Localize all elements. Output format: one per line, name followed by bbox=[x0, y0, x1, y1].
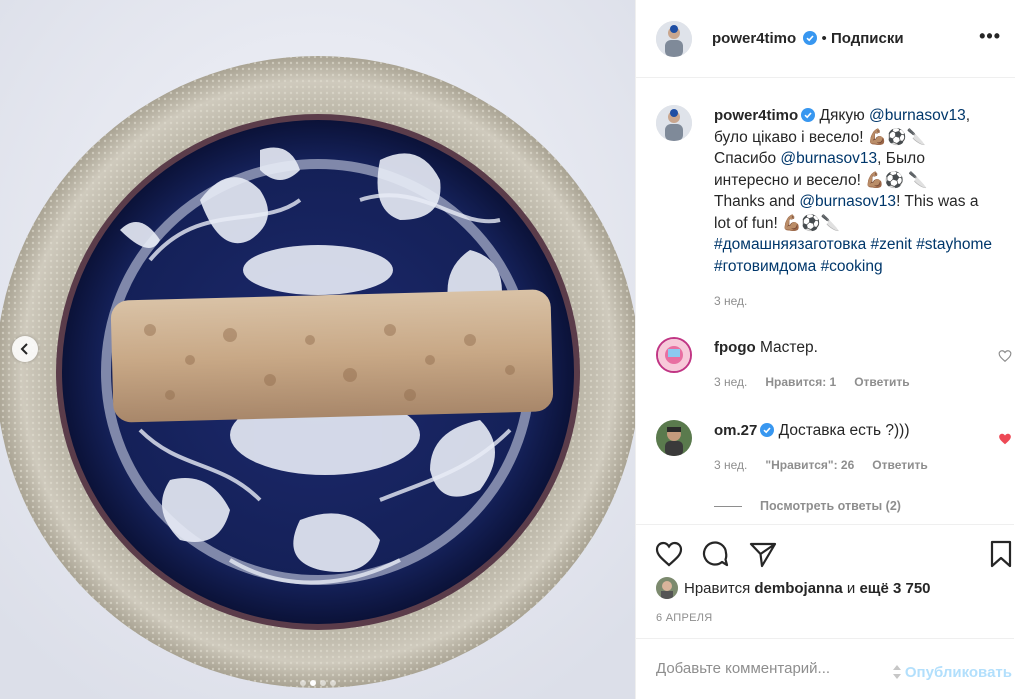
likes-middle: и bbox=[846, 579, 856, 597]
likes-summary: Нравится dembojanna и ещё 3 750 bbox=[656, 577, 931, 599]
caption-link[interactable]: @burnasov13 bbox=[780, 150, 877, 167]
publish-label: Опубликовать bbox=[904, 663, 1012, 681]
comment-likes[interactable]: "Нравится": 26 bbox=[765, 458, 854, 472]
chevron-left-icon bbox=[20, 343, 28, 355]
comment-username[interactable]: fpogo bbox=[714, 339, 756, 356]
verified-badge-icon bbox=[760, 423, 775, 437]
verified-badge-icon bbox=[803, 31, 818, 45]
caption-body: Дякую @burnasov13, було цікаво і весело!… bbox=[714, 107, 992, 275]
action-bar bbox=[636, 524, 1014, 585]
comment-body: fpogo Мастер. 3 нед. Нравится: 1 Ответить bbox=[714, 337, 996, 393]
reply-button[interactable]: Ответить bbox=[854, 375, 909, 389]
caption-meta: 3 нед. bbox=[714, 291, 996, 313]
carousel-dot bbox=[320, 680, 326, 686]
caption-link[interactable]: #домашняязаготовка bbox=[714, 236, 866, 253]
post-photo[interactable] bbox=[0, 0, 635, 699]
post-sidebar: power4timo • Подписки ••• power4timo Дяк… bbox=[635, 0, 1015, 699]
share-icon[interactable] bbox=[748, 539, 778, 569]
view-replies-label: Посмотреть ответы (2) bbox=[760, 499, 901, 513]
caption-username[interactable]: power4timo bbox=[714, 107, 798, 124]
bookmark-icon[interactable] bbox=[986, 539, 1015, 569]
more-options-button[interactable]: ••• bbox=[979, 26, 1001, 47]
heart-icon[interactable] bbox=[654, 539, 684, 569]
header-separator: • bbox=[821, 30, 827, 47]
carousel-dot bbox=[330, 680, 336, 686]
carousel-dot-active bbox=[310, 680, 316, 686]
caption-link[interactable]: @burnasov13 bbox=[869, 107, 966, 124]
comment-meta: 3 нед. "Нравится": 26 Ответить bbox=[714, 455, 996, 477]
caption-link[interactable]: @burnasov13 bbox=[799, 193, 896, 210]
view-replies-button[interactable]: Посмотреть ответы (2) bbox=[714, 499, 901, 513]
follow-button[interactable]: Подписки bbox=[831, 30, 904, 47]
author-avatar[interactable] bbox=[656, 105, 692, 141]
resize-handle-icon bbox=[892, 665, 901, 679]
author-avatar[interactable] bbox=[656, 20, 692, 57]
comment-input[interactable] bbox=[654, 659, 873, 678]
caption-link[interactable]: #cooking bbox=[821, 258, 883, 275]
add-comment-box: Опубликовать bbox=[636, 638, 1014, 699]
caption-link[interactable]: #готовимдома bbox=[714, 258, 816, 275]
caption-segment: Thanks and bbox=[714, 193, 800, 210]
comment-body: om.27 Доставка есть ?))) 3 нед. "Нравится… bbox=[714, 420, 996, 476]
verified-badge-icon bbox=[801, 108, 816, 122]
carousel-indicator bbox=[300, 680, 336, 686]
more-icon: ••• bbox=[979, 26, 1001, 46]
comment-text: Мастер. bbox=[759, 339, 818, 356]
caption-segment: Дякую bbox=[819, 107, 870, 124]
comments-list: power4timo Дякую @burnasov13, було цікав… bbox=[636, 79, 1014, 524]
caption-link[interactable]: #zenit bbox=[871, 236, 912, 253]
caption-segment: Спасибо bbox=[714, 150, 781, 167]
header-text: power4timo • Подписки bbox=[712, 30, 904, 47]
carousel-dot bbox=[300, 680, 306, 686]
comment-meta: 3 нед. Нравится: 1 Ответить bbox=[714, 372, 996, 394]
comment-likes[interactable]: Нравится: 1 bbox=[765, 375, 836, 389]
comment-text: Доставка есть ?))) bbox=[778, 422, 910, 439]
heart-icon[interactable] bbox=[998, 349, 1012, 363]
carousel-prev-button[interactable] bbox=[12, 336, 38, 362]
liker-username[interactable]: dembojanna bbox=[754, 580, 842, 597]
divider-line bbox=[714, 505, 742, 507]
caption-time[interactable]: 3 нед. bbox=[714, 294, 747, 308]
publish-button[interactable]: Опубликовать bbox=[889, 663, 1012, 681]
comment-time[interactable]: 3 нед. bbox=[714, 458, 747, 472]
author-username[interactable]: power4timo bbox=[712, 30, 796, 47]
caption-text: power4timo Дякую @burnasov13, було цікав… bbox=[714, 105, 996, 313]
food-plate-image bbox=[0, 0, 635, 699]
commenter-avatar[interactable] bbox=[656, 337, 692, 373]
liker-avatar[interactable] bbox=[656, 577, 678, 599]
comment-username[interactable]: om.27 bbox=[714, 422, 757, 439]
reply-button[interactable]: Ответить bbox=[872, 458, 927, 472]
heart-filled-icon[interactable] bbox=[998, 432, 1012, 446]
likes-prefix: Нравится bbox=[684, 579, 751, 597]
comment-time[interactable]: 3 нед. bbox=[714, 375, 747, 389]
commenter-avatar[interactable] bbox=[656, 420, 692, 456]
likes-count-button[interactable]: ещё 3 750 bbox=[859, 580, 930, 597]
comment-icon[interactable] bbox=[700, 539, 730, 569]
post-header: power4timo • Подписки ••• bbox=[636, 0, 1015, 78]
caption-link[interactable]: #stayhome bbox=[916, 236, 992, 253]
post-date[interactable]: 6 АПРЕЛЯ bbox=[656, 612, 713, 624]
